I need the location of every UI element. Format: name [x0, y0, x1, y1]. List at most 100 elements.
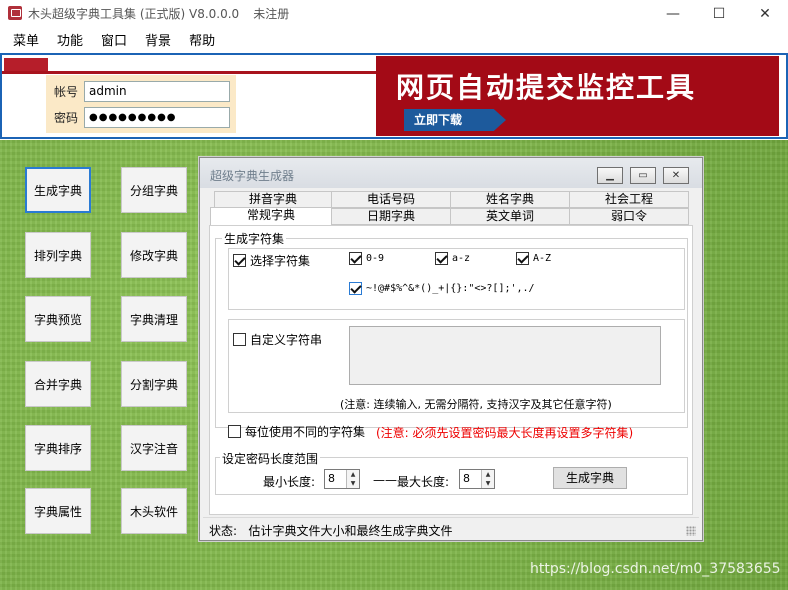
restore-icon: ▭	[638, 170, 648, 181]
symbols-label: ~!@#$%^&*()_+|{}:"<>?[];',./	[366, 283, 535, 294]
dict-generator-dialog: 超级字典生成器 ▁ ▭ ✕ 拼音字典 电话号码 姓名字典 社会工程 常规字典 日…	[199, 157, 703, 541]
password-label: 密码	[54, 111, 79, 125]
tab-social[interactable]: 社会工程	[569, 191, 689, 208]
checkbox-icon	[349, 282, 362, 295]
spinner-arrows[interactable]: ▲ ▼	[481, 470, 494, 488]
menu-item-menu[interactable]: 菜单	[6, 30, 46, 49]
generate-dict-button[interactable]: 生成字典	[25, 167, 91, 213]
account-label: 帐号	[54, 85, 79, 99]
down-arrow-icon: ▼	[485, 480, 491, 487]
tab-name[interactable]: 姓名字典	[450, 191, 570, 208]
tab-english[interactable]: 英文单词	[450, 208, 570, 225]
min-length-spinner[interactable]: 8 ▲ ▼	[324, 469, 360, 489]
mutou-software-button[interactable]: 木头软件	[121, 488, 187, 534]
dialog-body: 拼音字典 电话号码 姓名字典 社会工程 常规字典 日期字典 英文单词 弱口令 生…	[203, 188, 699, 538]
red-divider	[2, 71, 376, 74]
max-length-spinner[interactable]: 8 ▲ ▼	[459, 469, 495, 489]
merge-dict-button[interactable]: 合并字典	[25, 361, 91, 407]
menu-item-help[interactable]: 帮助	[182, 30, 222, 49]
dialog-title-bar: 超级字典生成器 ▁ ▭ ✕	[200, 158, 702, 188]
spinner-arrows[interactable]: ▲ ▼	[346, 470, 359, 488]
digits-checkbox[interactable]: 0-9	[349, 252, 384, 265]
sort-dict-button[interactable]: 字典排序	[25, 425, 91, 471]
tab-date[interactable]: 日期字典	[331, 208, 451, 225]
custom-charset-checkbox[interactable]: 自定义字符串	[233, 331, 322, 348]
menu-item-function[interactable]: 功能	[50, 30, 90, 49]
up-arrow-icon: ▲	[350, 471, 356, 478]
lowercase-checkbox[interactable]: a-z	[435, 252, 470, 265]
charset-group-title: 生成字符集	[222, 230, 287, 247]
minimize-icon: —	[666, 5, 680, 22]
dialog-restore-button[interactable]: ▭	[630, 167, 656, 184]
banner-title: 网页自动提交监控工具	[396, 71, 697, 104]
dialog-title: 超级字典生成器	[210, 169, 295, 183]
checkbox-icon	[233, 333, 246, 346]
regular-tab-page: 生成字符集 选择字符集 0-9 a-z A-Z ~!@#$%^&*()_+|{}…	[209, 225, 693, 515]
uppercase-checkbox[interactable]: A-Z	[516, 252, 551, 265]
min-length-label: 最小长度:	[263, 475, 316, 489]
dict-properties-button[interactable]: 字典属性	[25, 488, 91, 534]
checkbox-icon	[435, 252, 448, 265]
account-input[interactable]: admin	[84, 81, 230, 102]
status-label: 状态:	[209, 524, 238, 538]
uppercase-label: A-Z	[533, 253, 552, 264]
dialog-close-button[interactable]: ✕	[663, 167, 689, 184]
select-charset-checkbox[interactable]: 选择字符集	[233, 252, 310, 269]
close-icon: ✕	[671, 170, 681, 181]
resize-grip[interactable]	[686, 526, 696, 536]
tab-weak-password[interactable]: 弱口令	[569, 208, 689, 225]
minimize-button[interactable]: —	[650, 0, 696, 27]
each-position-charset-checkbox[interactable]: 每位使用不同的字符集	[228, 423, 365, 440]
close-button[interactable]: ✕	[742, 0, 788, 27]
tab-regular[interactable]: 常规字典	[210, 207, 332, 226]
status-text: 状态: 估计字典文件大小和最终生成字典文件	[209, 522, 453, 539]
close-icon: ✕	[759, 5, 771, 22]
split-dict-button[interactable]: 分割字典	[121, 361, 187, 407]
generate-button[interactable]: 生成字典	[553, 467, 627, 489]
window-title-text: 木头超级字典工具集 (正式版) V8.0.0.0	[28, 7, 240, 21]
pinyin-annotate-button[interactable]: 汉字注音	[121, 425, 187, 471]
permute-dict-button[interactable]: 排列字典	[25, 232, 91, 278]
registration-status: 未注册	[253, 7, 290, 21]
title-bar: 木头超级字典工具集 (正式版) V8.0.0.0 未注册 — ☐ ✕	[0, 0, 788, 27]
checkbox-icon	[349, 252, 362, 265]
status-message: 估计字典文件大小和最终生成字典文件	[248, 524, 453, 538]
preview-dict-button[interactable]: 字典预览	[25, 296, 91, 342]
each-position-charset-label: 每位使用不同的字符集	[245, 425, 366, 439]
custom-charset-note: (注意: 连续输入, 无需分隔符, 支持汉字及其它任意字符)	[340, 398, 612, 411]
checkbox-icon	[233, 254, 246, 267]
dialog-minimize-button[interactable]: ▁	[597, 167, 623, 184]
password-input[interactable]: ●●●●●●●●●	[84, 107, 230, 128]
tab-phone[interactable]: 电话号码	[331, 191, 451, 208]
clean-dict-button[interactable]: 字典清理	[121, 296, 187, 342]
max-length-value: 8	[463, 472, 470, 485]
symbols-checkbox[interactable]: ~!@#$%^&*()_+|{}:"<>?[];',./	[349, 282, 535, 295]
group-dict-button[interactable]: 分组字典	[121, 167, 187, 213]
select-charset-label: 选择字符集	[250, 254, 311, 268]
custom-charset-label: 自定义字符串	[250, 333, 323, 347]
login-strip: 帐号 admin 密码 ●●●●●●●●● 网页自动提交监控工具 立即下载	[0, 53, 788, 139]
custom-charset-textarea[interactable]	[349, 326, 661, 385]
login-box: 帐号 admin 密码 ●●●●●●●●●	[46, 75, 236, 133]
menu-item-background[interactable]: 背景	[138, 30, 178, 49]
download-now-button[interactable]: 立即下载	[404, 109, 506, 131]
app-icon	[8, 6, 22, 20]
logo-badge	[4, 58, 48, 71]
min-length-value: 8	[328, 472, 335, 485]
length-range-title: 设定密码长度范围	[220, 450, 321, 467]
checkbox-icon	[228, 425, 241, 438]
watermark: https://blog.csdn.net/m0_37583655	[530, 561, 781, 577]
digits-label: 0-9	[366, 253, 385, 264]
multi-charset-warning: (注意: 必须先设置密码最大长度再设置多字符集)	[376, 426, 634, 440]
status-bar: 状态: 估计字典文件大小和最终生成字典文件	[203, 517, 699, 539]
window-title: 木头超级字典工具集 (正式版) V8.0.0.0 未注册	[28, 5, 289, 22]
modify-dict-button[interactable]: 修改字典	[121, 232, 187, 278]
range-dash: ——	[373, 473, 397, 487]
menu-item-window[interactable]: 窗口	[94, 30, 134, 49]
tab-pinyin[interactable]: 拼音字典	[214, 191, 332, 208]
minimize-icon: ▁	[606, 170, 614, 181]
maximize-button[interactable]: ☐	[696, 0, 742, 27]
down-arrow-icon: ▼	[350, 480, 356, 487]
ad-banner[interactable]: 网页自动提交监控工具 立即下载	[376, 56, 779, 136]
max-length-label: 最大长度:	[397, 475, 450, 489]
